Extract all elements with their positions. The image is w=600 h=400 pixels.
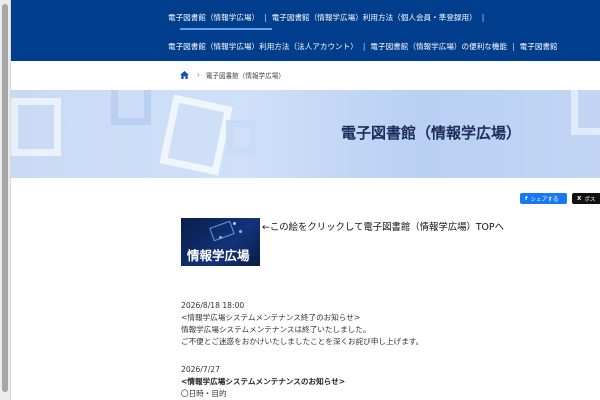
nav-item-usage-corporate[interactable]: 電子図書館（情報学広場）利用方法（法人アカウント）	[168, 41, 358, 52]
page-title: 電子図書館（情報学広場）	[341, 124, 522, 142]
nav-separator: |	[481, 12, 485, 22]
facebook-icon: f	[525, 195, 528, 202]
hero-decoration	[571, 90, 600, 135]
hero-decoration	[11, 98, 61, 156]
nav-separator: |	[362, 41, 366, 51]
nav-item-library[interactable]: 電子図書館（情報学広場）	[168, 12, 259, 23]
nav-separator: |	[512, 41, 515, 51]
nav-item-library-more[interactable]: 電子図書館	[520, 41, 558, 52]
x-icon: X	[577, 195, 582, 202]
hero-decoration	[159, 94, 233, 176]
news-text: 〇日時・目的	[181, 389, 227, 398]
news-title: <情報学広場システムメンテナンスのお知らせ>	[181, 377, 346, 386]
news-text: ご不便とご迷惑をおかけいたしましたことを深くお詫び申し上げます。	[181, 337, 424, 346]
scrollbar-thumb[interactable]	[2, 4, 8, 392]
hero-decoration	[226, 120, 256, 155]
banner-decoration	[209, 220, 235, 242]
x-post-button[interactable]: X ポス	[572, 193, 600, 204]
breadcrumb: › 電子図書館（情報学広場）	[180, 70, 285, 80]
library-top-link[interactable]: ←この絵をクリックして電子図書館（情報学広場）TOPへ	[262, 219, 504, 233]
nav-row-2: 電子図書館（情報学広場）利用方法（法人アカウント） | 電子図書館（情報学広場）…	[168, 40, 558, 52]
library-banner-image[interactable]: 情報学広場	[181, 218, 260, 266]
facebook-share-button[interactable]: f シェアする	[520, 193, 567, 204]
news-item: 2026/7/27 <情報学広場システムメンテナンスのお知らせ> 〇日時・目的	[181, 364, 561, 400]
hero-decoration	[111, 90, 151, 125]
breadcrumb-separator: ›	[197, 71, 200, 79]
nav-active-indicator	[180, 28, 272, 30]
news-date: 2026/7/27	[181, 365, 220, 374]
home-icon[interactable]	[180, 71, 189, 79]
nav-separator: |	[264, 12, 267, 22]
breadcrumb-current: 電子図書館（情報学広場）	[205, 72, 285, 80]
news-title: <情報学広場システムメンテナンス終了のお知らせ>	[181, 313, 361, 322]
nav-row-1: 電子図書館（情報学広場） | 電子図書館（情報学広場）利用方法（個人会員・準登録…	[168, 11, 489, 23]
banner-decoration	[233, 222, 236, 225]
banner-label: 情報学広場	[187, 248, 250, 263]
news-date: 2026/8/18 18:00	[181, 301, 245, 310]
vertical-scrollbar[interactable]	[0, 0, 11, 400]
x-post-label: ポス	[584, 196, 596, 203]
news-text: 情報学広場システムメンテナンスは終了いたしました。	[181, 325, 371, 334]
hero-banner: 電子図書館（情報学広場）	[11, 90, 600, 178]
nav-item-useful-features[interactable]: 電子図書館（情報学広場）の便利な機能	[370, 41, 507, 52]
news-item: 2026/8/18 18:00 <情報学広場システムメンテナンス終了のお知らせ>…	[181, 300, 561, 348]
facebook-share-label: シェアする	[530, 196, 559, 203]
nav-item-usage-individual[interactable]: 電子図書館（情報学広場）利用方法（個人会員・準登録用）	[272, 12, 477, 23]
